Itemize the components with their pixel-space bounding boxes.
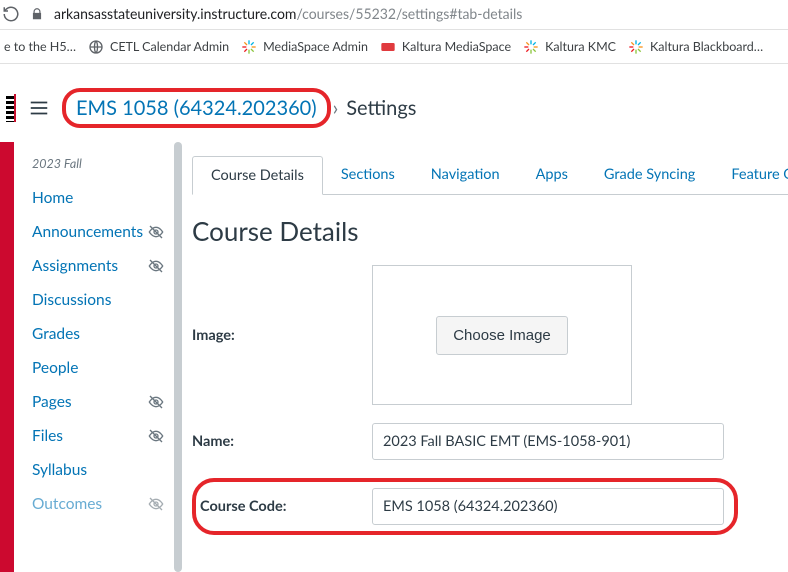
bookmark-item[interactable]: CETL Calendar Admin	[88, 39, 229, 55]
tab-apps[interactable]: Apps	[518, 156, 586, 195]
kaltura-icon	[523, 39, 539, 55]
label-course-code: Course Code:	[196, 498, 372, 515]
sidenav-label: Announcements	[32, 223, 143, 241]
bookmark-item[interactable]: Kaltura KMC	[523, 39, 616, 55]
bookmark-item[interactable]: Kaltura Blackboard…	[628, 39, 763, 55]
tab-course-details[interactable]: Course Details	[192, 156, 323, 195]
tab-navigation[interactable]: Navigation	[413, 156, 518, 195]
reload-icon[interactable]	[2, 5, 20, 23]
bookmark-label: Kaltura Blackboard…	[650, 39, 763, 54]
bookmark-item[interactable]: e to the H5…	[4, 39, 76, 54]
bookmarks-bar: e to the H5… CETL Calendar Admin MediaSp…	[0, 30, 788, 64]
address-bar: arkansasstateuniversity.instructure.com/…	[0, 0, 788, 30]
sidenav-item-outcomes[interactable]: Outcomes	[18, 487, 182, 521]
institution-logo	[6, 94, 16, 122]
page-title: Course Details	[192, 215, 788, 247]
url-text[interactable]: arkansasstateuniversity.instructure.com/…	[54, 5, 522, 22]
bookmark-item[interactable]: MediaSpace Admin	[241, 39, 368, 55]
course-code-input[interactable]	[372, 488, 724, 525]
tab-feature-options[interactable]: Feature O	[713, 156, 788, 195]
mediaspace-icon	[380, 39, 396, 55]
choose-image-button[interactable]: Choose Image	[436, 316, 568, 355]
tab-grade-syncing[interactable]: Grade Syncing	[586, 156, 713, 195]
label-image: Image:	[192, 327, 372, 344]
bookmark-item[interactable]: Kaltura MediaSpace	[380, 39, 511, 55]
sidenav-item-grades[interactable]: Grades	[18, 317, 182, 351]
label-name: Name:	[192, 433, 372, 450]
breadcrumb: EMS 1058 (64324.202360) › Settings	[62, 88, 416, 128]
sidenav-label: Home	[32, 189, 73, 207]
sidenav-label: Discussions	[32, 291, 111, 309]
sidenav-item-assignments[interactable]: Assignments	[18, 249, 182, 283]
course-sidenav: 2023 Fall Home Announcements Assignments…	[14, 142, 182, 572]
settings-tabs: Course Details Sections Navigation Apps …	[192, 156, 788, 195]
sidenav-item-people[interactable]: People	[18, 351, 182, 385]
tab-sections[interactable]: Sections	[323, 156, 413, 195]
hidden-icon	[148, 496, 164, 512]
sidenav-label: Outcomes	[32, 495, 102, 513]
globe-icon	[88, 39, 104, 55]
course-image-box: Choose Image	[372, 265, 632, 405]
breadcrumb-current: Settings	[346, 96, 416, 120]
main-content: Course Details Sections Navigation Apps …	[182, 142, 788, 572]
sidenav-label: Syllabus	[32, 461, 87, 479]
hidden-icon	[148, 394, 164, 410]
kaltura-icon	[241, 39, 257, 55]
url-host: arkansasstateuniversity.instructure.com	[54, 5, 296, 22]
sidenav-item-pages[interactable]: Pages	[18, 385, 182, 419]
hidden-icon	[148, 428, 164, 444]
url-path: /courses/55232/settings#tab-details	[296, 5, 522, 22]
term-label: 2023 Fall	[18, 146, 182, 181]
sidenav-item-syllabus[interactable]: Syllabus	[18, 453, 182, 487]
bookmark-label: Kaltura MediaSpace	[402, 39, 511, 54]
bookmark-label: Kaltura KMC	[545, 39, 616, 54]
sidenav-label: Files	[32, 427, 63, 445]
bookmark-label: MediaSpace Admin	[263, 39, 368, 54]
kaltura-icon	[628, 39, 644, 55]
sidenav-label: People	[32, 359, 78, 377]
breadcrumb-course-link[interactable]: EMS 1058 (64324.202360)	[76, 96, 317, 120]
sidenav-item-files[interactable]: Files	[18, 419, 182, 453]
highlight-annotation: Course Code:	[192, 478, 738, 535]
global-nav-rail	[0, 142, 14, 572]
bookmark-label: CETL Calendar Admin	[110, 39, 229, 54]
course-name-input[interactable]	[372, 423, 724, 460]
hamburger-icon[interactable]	[28, 97, 50, 119]
form-row-name: Name:	[192, 423, 788, 460]
breadcrumb-separator: ›	[333, 96, 339, 120]
hidden-icon	[148, 224, 164, 240]
highlight-annotation: EMS 1058 (64324.202360)	[62, 88, 331, 128]
sidenav-label: Grades	[32, 325, 80, 343]
sidenav-item-announcements[interactable]: Announcements	[18, 215, 182, 249]
hidden-icon	[148, 258, 164, 274]
form-row-image: Image: Choose Image	[192, 265, 788, 405]
breadcrumb-bar: EMS 1058 (64324.202360) › Settings	[0, 64, 788, 142]
sidenav-item-discussions[interactable]: Discussions	[18, 283, 182, 317]
sidenav-label: Pages	[32, 393, 72, 411]
sidenav-label: Assignments	[32, 257, 118, 275]
sidenav-item-home[interactable]: Home	[18, 181, 182, 215]
lock-icon	[30, 7, 44, 21]
bookmark-label: e to the H5…	[4, 39, 76, 54]
